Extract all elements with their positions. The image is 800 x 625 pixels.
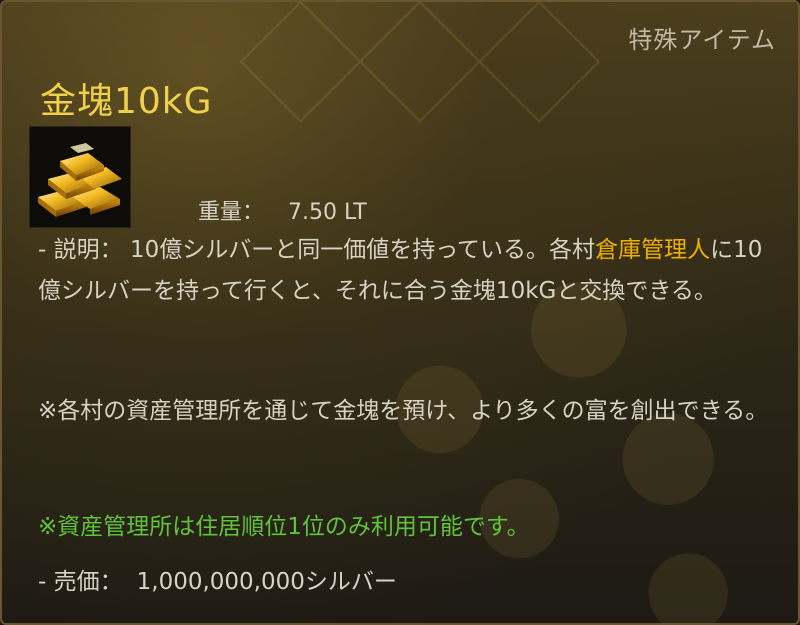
item-category: 特殊アイテム [628,26,776,54]
item-title: 金塊10kG [40,81,213,122]
description-prefix: - 説明： [38,237,123,263]
weight-value: 7.50 LT [288,200,367,225]
description-highlight-npc: 倉庫管理人 [595,237,711,263]
price-value: 1,000,000,000シルバー [136,569,397,595]
item-tooltip: 特殊アイテム 金塊10kG 重量： 7.50 LT - 説明： 10億シルバーと… [0,0,800,625]
gold-bars-icon [29,126,131,228]
description-text-1: 10億シルバーと同一価値を持っている。各村 [129,237,596,263]
price-label: - 売価： [38,569,123,595]
item-restriction-note: ※資産管理所は住居順位1位のみ利用可能です。 [38,514,530,540]
item-weight: 重量： 7.50 LT [198,194,367,226]
weight-label: 重量： [198,200,265,225]
item-sell-price: - 売価： 1,000,000,000シルバー [38,562,397,596]
item-description: - 説明： 10億シルバーと同一価値を持っている。各村倉庫管理人に10億シルバー… [38,230,773,312]
item-note: ※各村の資産管理所を通じて金塊を預け、より多くの富を創出できる。 [38,398,769,424]
